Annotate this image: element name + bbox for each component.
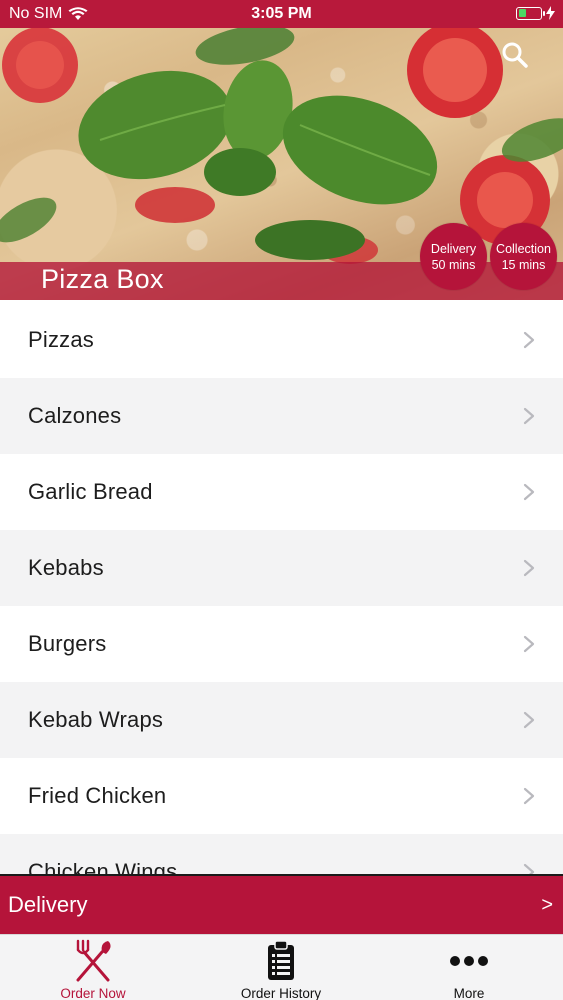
chevron-right-icon [523, 635, 535, 653]
tab-label: Order Now [60, 986, 126, 1000]
menu-item-calzones[interactable]: Calzones [0, 378, 563, 454]
battery-icon [516, 6, 545, 20]
chevron-right-icon [523, 559, 535, 577]
status-time: 3:05 PM [251, 5, 312, 22]
chevron-right-icon [523, 331, 535, 349]
delivery-mode-label: Delivery [8, 892, 88, 917]
tab-order-now[interactable]: Order Now [43, 935, 143, 1000]
shop-name: Pizza Box [41, 264, 164, 294]
chevron-right-icon [523, 863, 535, 874]
status-bar: No SIM 3:05 PM [0, 0, 563, 28]
delivery-arrow-icon: > [541, 893, 553, 916]
menu-item-label: Garlic Bread [28, 479, 153, 504]
battery-fill [518, 9, 526, 17]
menu-item-kebabs[interactable]: Kebabs [0, 530, 563, 606]
delivery-mode-bar[interactable]: Delivery > [0, 874, 563, 934]
menu-item-burgers[interactable]: Burgers [0, 606, 563, 682]
clipboard-list-icon [268, 940, 294, 980]
menu-item-label: Pizzas [28, 327, 94, 352]
fork-knife-icon [76, 939, 111, 982]
menu-item-label: Chicken Wings [28, 859, 178, 874]
menu-item-label: Burgers [28, 631, 107, 656]
hero-banner: No SIM 3:05 PM Pizza Box Delivery 50 min… [0, 0, 563, 300]
menu-item-chicken-wings[interactable]: Chicken Wings [0, 834, 563, 874]
menu-item-label: Kebabs [28, 555, 104, 580]
tab-bar: Order Now Order History More [0, 934, 563, 1000]
chevron-right-icon [523, 787, 535, 805]
tab-label: More [453, 986, 485, 1000]
search-icon [502, 42, 528, 68]
menu-item-fried-chicken[interactable]: Fried Chicken [0, 758, 563, 834]
collection-badge-time: 15 mins [501, 257, 546, 272]
delivery-time-badge[interactable]: Delivery 50 mins [420, 223, 487, 290]
delivery-badge-time: 50 mins [431, 257, 476, 272]
menu-item-garlic-bread[interactable]: Garlic Bread [0, 454, 563, 530]
delivery-badge-title: Delivery [430, 241, 477, 256]
tab-order-history[interactable]: Order History [221, 935, 341, 1000]
menu-item-kebab-wraps[interactable]: Kebab Wraps [0, 682, 563, 758]
tab-more[interactable]: More [419, 935, 519, 1000]
menu-item-label: Calzones [28, 403, 122, 428]
collection-time-badge[interactable]: Collection 15 mins [490, 223, 557, 290]
menu-item-label: Fried Chicken [28, 783, 167, 808]
menu-item-label: Kebab Wraps [28, 707, 164, 732]
chevron-right-icon [523, 483, 535, 501]
search-button[interactable] [500, 40, 530, 70]
charging-bolt-icon [546, 6, 555, 20]
menu-item-pizzas[interactable]: Pizzas [0, 302, 563, 378]
chevron-right-icon [523, 407, 535, 425]
battery-tip [543, 10, 545, 16]
collection-badge-title: Collection [496, 241, 551, 256]
tab-label: Order History [240, 986, 322, 1000]
chevron-right-icon [523, 711, 535, 729]
menu-category-list[interactable]: Pizzas Calzones Garlic Bread Kebabs Burg… [0, 302, 563, 874]
more-dots-icon [450, 956, 488, 966]
